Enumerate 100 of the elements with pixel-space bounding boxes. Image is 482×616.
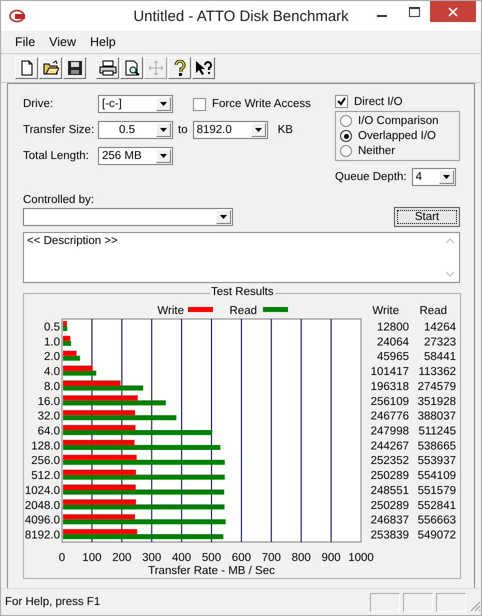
print-preview-icon <box>124 60 140 76</box>
category-label: 8192.0 <box>24 530 60 542</box>
print-button[interactable] <box>96 57 119 79</box>
read-value: 58441 <box>424 351 456 364</box>
new-button[interactable] <box>15 57 38 79</box>
legend-label: Write <box>157 305 184 317</box>
drive-dropdown[interactable]: [-c-] <box>98 95 173 113</box>
category-label: 2.0 <box>44 351 60 364</box>
read-value: 511245 <box>418 426 456 438</box>
category-label: 2048.0 <box>24 500 60 512</box>
status-pane <box>403 592 433 612</box>
axis-title: Transfer Rate - MB / Sec <box>148 565 275 577</box>
read-value: 27323 <box>424 336 456 348</box>
category-label: 512.0 <box>31 470 60 482</box>
category-label: 0.5 <box>44 321 60 334</box>
queue-depth-dropdown[interactable]: 4 <box>412 168 456 186</box>
menu-item[interactable]: Help <box>90 35 116 49</box>
queue-depth-label: Queue Depth: <box>335 171 407 183</box>
read-value: 14264 <box>424 321 456 334</box>
legend-label: Read <box>230 305 257 317</box>
read-value: 551579 <box>418 484 456 497</box>
description-text: << Description >> <box>27 235 118 247</box>
save-button[interactable] <box>63 57 86 79</box>
page-icon <box>18 60 34 76</box>
transfer-size-to-dropdown[interactable]: 8192.0 <box>192 121 268 139</box>
column-header: Read <box>420 305 447 317</box>
write-value: 24064 <box>377 336 409 348</box>
io-mode-label: Overlapped I/O <box>358 130 436 142</box>
force-write-access-checkbox[interactable]: Force Write Access <box>193 98 311 110</box>
folder-icon <box>42 60 58 76</box>
drive-label: Drive: <box>23 98 54 110</box>
category-label: 256.0 <box>31 455 60 468</box>
start-button[interactable]: Start <box>394 207 460 227</box>
write-value: 246837 <box>370 514 409 527</box>
check-icon <box>337 97 346 106</box>
column-header: Write <box>372 305 399 317</box>
tick-label: 1000 <box>348 552 374 564</box>
read-value: 554109 <box>418 470 456 482</box>
resize-grip-icon[interactable] <box>469 600 481 612</box>
write-value: 244267 <box>370 440 409 452</box>
read-value: 274579 <box>418 380 456 393</box>
read-value: 113362 <box>418 366 456 378</box>
context-help-button[interactable] <box>192 57 215 79</box>
status-text: For Help, press F1 <box>5 596 100 608</box>
unit-label: KB <box>278 124 293 136</box>
category-label: 8.0 <box>44 380 60 393</box>
pointer-help-icon <box>194 60 212 76</box>
caret-icon <box>160 102 167 106</box>
app-logo-icon <box>9 9 27 23</box>
preview-button[interactable] <box>120 57 143 79</box>
controlled-by-dropdown[interactable] <box>23 208 233 226</box>
printer-icon <box>98 60 116 76</box>
write-value: 247998 <box>370 426 409 438</box>
caret-icon <box>160 154 167 158</box>
tick-label: 300 <box>142 552 162 564</box>
to-label: to <box>178 124 188 136</box>
category-label: 1.0 <box>44 336 60 348</box>
write-value: 196318 <box>370 380 409 393</box>
status-pane <box>370 592 400 612</box>
tick-label: 0 <box>58 552 66 564</box>
total-length-label: Total Length: <box>23 150 90 162</box>
category-label: 4096.0 <box>24 514 60 527</box>
radio-button[interactable] <box>340 145 352 157</box>
read-value: 351928 <box>418 396 456 408</box>
transfer-size-from-dropdown[interactable]: 0.5 <box>98 121 173 139</box>
write-value: 253839 <box>370 530 409 542</box>
menu-item[interactable]: File <box>15 35 36 49</box>
transfer-size-label: Transfer Size: <box>23 124 96 136</box>
category-label: 128.0 <box>31 440 60 452</box>
read-value: 553937 <box>418 455 456 468</box>
close-button[interactable] <box>430 1 476 22</box>
write-value: 246776 <box>370 410 409 423</box>
test-results-title: Test Results <box>210 286 275 298</box>
category-label: 16.0 <box>38 396 60 408</box>
direct-io-checkbox[interactable]: Direct I/O <box>335 95 460 108</box>
open-button[interactable] <box>39 57 62 79</box>
tick-label: 900 <box>322 552 341 564</box>
read-value: 388037 <box>418 410 456 423</box>
tick-label: 500 <box>202 552 222 564</box>
io-mode-label: I/O Comparison <box>358 115 439 127</box>
radio-button[interactable] <box>340 115 352 127</box>
move-arrows-icon <box>148 60 164 76</box>
write-value: 45965 <box>377 351 409 364</box>
write-value: 250289 <box>370 470 409 482</box>
total-length-dropdown[interactable]: 256 MB <box>98 147 173 165</box>
caret-icon <box>160 128 167 132</box>
read-value: 552841 <box>418 500 456 512</box>
radio-button[interactable] <box>340 130 352 142</box>
close-icon <box>448 6 458 16</box>
status-pane <box>436 592 466 612</box>
tick-label: 600 <box>232 552 251 564</box>
write-value: 252352 <box>370 455 409 468</box>
tick-label: 800 <box>292 552 311 564</box>
write-value: 12800 <box>377 321 409 334</box>
io-mode-label: Neither <box>358 145 396 157</box>
category-label: 1024.0 <box>24 484 60 497</box>
help-button[interactable] <box>168 57 191 79</box>
menu-item[interactable]: View <box>49 35 76 49</box>
read-value: 538665 <box>418 440 456 452</box>
tick-label: 100 <box>82 552 102 564</box>
